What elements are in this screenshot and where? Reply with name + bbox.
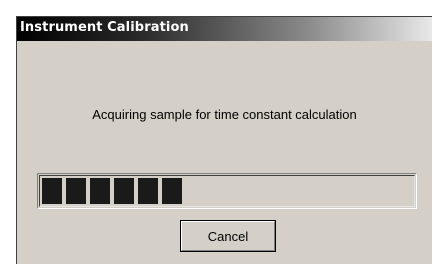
progress-track xyxy=(39,175,415,207)
status-message: Acquiring sample for time constant calcu… xyxy=(92,107,357,122)
progress-fill xyxy=(42,178,182,204)
progress-chunk xyxy=(138,178,158,204)
progress-chunk xyxy=(90,178,110,204)
progress-chunk xyxy=(114,178,134,204)
progress-chunk xyxy=(42,178,62,204)
cancel-button-label: Cancel xyxy=(181,221,275,251)
title-bar[interactable]: Instrument Calibration xyxy=(17,17,432,41)
calibration-dialog: Instrument Calibration Acquiring sample … xyxy=(16,16,432,264)
cancel-button[interactable]: Cancel xyxy=(180,220,276,252)
progress-chunk xyxy=(162,178,182,204)
progress-chunk xyxy=(66,178,86,204)
window-title: Instrument Calibration xyxy=(20,20,189,35)
progress-bar xyxy=(37,173,417,209)
